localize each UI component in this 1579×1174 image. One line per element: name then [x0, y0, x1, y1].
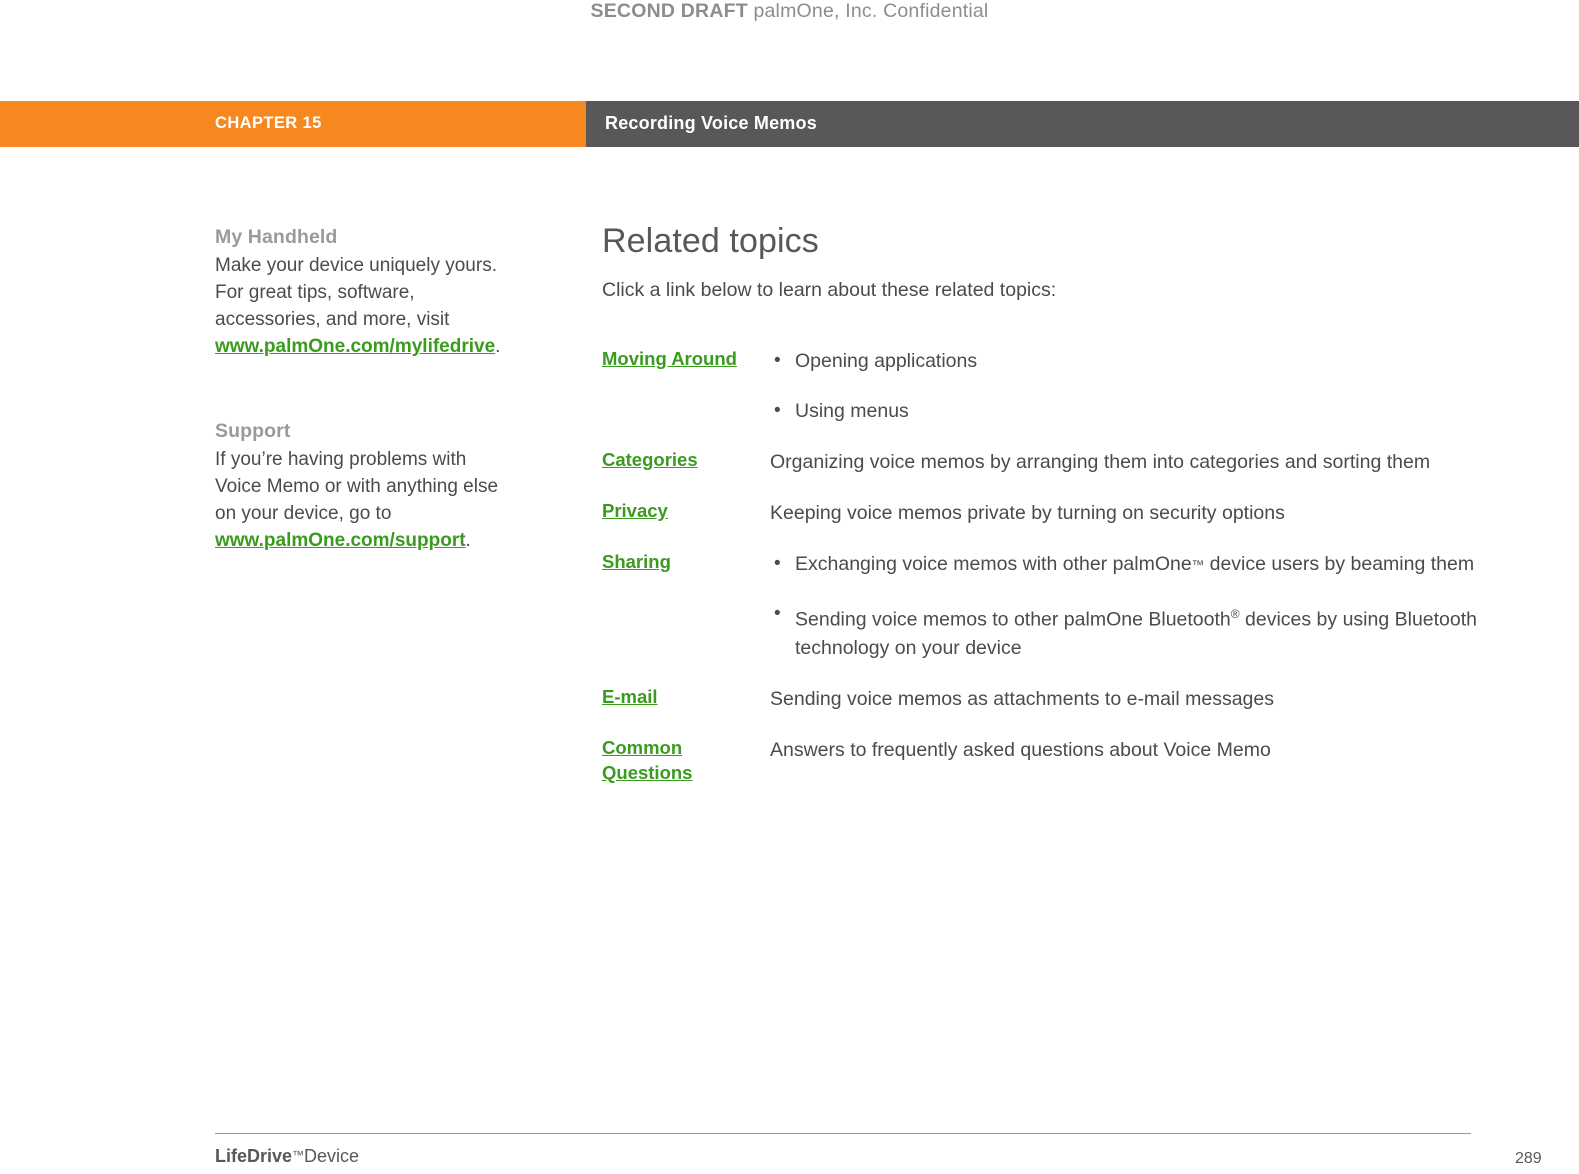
topic-link-moving-around[interactable]: Moving Around — [602, 346, 770, 371]
intro-text: Click a link below to learn about these … — [602, 279, 1057, 301]
sidebar-block-support: Support If you’re having problems with V… — [215, 420, 515, 554]
topic-link-sharing[interactable]: Sharing — [602, 549, 770, 574]
table-row: Privacy Keeping voice memos private by t… — [602, 498, 1532, 527]
related-topics-table: Moving Around Opening applications Using… — [602, 346, 1532, 785]
topic-description: Keeping voice memos private by turning o… — [770, 502, 1285, 524]
document-page: SECOND DRAFT palmOne, Inc. Confidential … — [0, 0, 1579, 1174]
table-row: Categories Organizing voice memos by arr… — [602, 447, 1532, 476]
page-title: Related topics — [602, 222, 819, 260]
page-number: 289 — [1515, 1150, 1542, 1167]
topic-description: Sending voice memos as attachments to e-… — [770, 687, 1274, 710]
topic-link-categories[interactable]: Categories — [602, 447, 770, 472]
draft-watermark-rest: palmOne, Inc. Confidential — [753, 0, 989, 22]
sidebar-heading: My Handheld — [215, 226, 338, 248]
sidebar-heading: Support — [215, 420, 291, 442]
topic-link-label: Categories — [602, 449, 698, 470]
sidebar-block-my-handheld: My Handheld Make your device uniquely yo… — [215, 226, 515, 360]
sidebar-link-mylifedrive[interactable]: www.palmOne.com/mylifedrive — [215, 336, 495, 357]
sidebar: My Handheld Make your device uniquely yo… — [215, 226, 515, 614]
list-item: Opening applications — [770, 347, 1532, 375]
sidebar-text-before: If you’re having problems with Voice Mem… — [215, 449, 499, 524]
footer-product-word: Device — [304, 1146, 360, 1166]
footer-brand: LifeDrive — [215, 1146, 293, 1166]
main-content: Related topics Click a link below to lea… — [602, 222, 1532, 807]
topic-link-privacy[interactable]: Privacy — [602, 498, 770, 523]
sidebar-body: Make your device uniquely yours. For gre… — [215, 252, 515, 360]
draft-watermark-strong: SECOND DRAFT — [590, 0, 748, 22]
table-row: E-mail Sending voice memos as attachment… — [602, 684, 1532, 713]
table-row: Common Questions Answers to frequently a… — [602, 735, 1532, 785]
topic-link-label: Sharing — [602, 551, 671, 572]
topic-link-common-questions[interactable]: Common Questions — [602, 735, 770, 785]
list-item: Using menus — [770, 397, 1532, 425]
bullet-list: Exchanging voice memos with other palmOn… — [770, 550, 1532, 662]
topic-description: Exchanging voice memos with other palmOn… — [770, 549, 1532, 662]
footer-product: LifeDrive™Device — [215, 1146, 359, 1167]
sidebar-body: If you’re having problems with Voice Mem… — [215, 446, 515, 554]
list-item: Exchanging voice memos with other palmOn… — [770, 550, 1532, 578]
chapter-title: Recording Voice Memos — [605, 113, 817, 133]
topic-description: Organizing voice memos by arranging them… — [770, 451, 1431, 473]
footer-trademark-icon: ™ — [292, 1148, 305, 1162]
chapter-header: CHAPTER 15 Recording Voice Memos — [0, 101, 1579, 147]
table-row: Sharing Exchanging voice memos with othe… — [602, 549, 1532, 662]
topic-link-label: Common Questions — [602, 736, 693, 783]
table-row: Moving Around Opening applications Using… — [602, 346, 1532, 425]
topic-description: Opening applications Using menus — [770, 346, 1532, 425]
topic-link-label: E-mail — [602, 685, 658, 707]
topic-link-label: Moving Around — [602, 348, 737, 369]
sidebar-text-after: . — [495, 336, 501, 357]
topic-link-email[interactable]: E-mail — [602, 684, 770, 709]
topic-description: Answers to frequently asked questions ab… — [770, 738, 1271, 761]
topic-link-label: Privacy — [602, 500, 668, 521]
sidebar-text-after: . — [465, 530, 471, 551]
list-item: Sending voice memos to other palmOne Blu… — [770, 600, 1532, 662]
bullet-list: Opening applications Using menus — [770, 347, 1532, 425]
sidebar-text-before: Make your device uniquely yours. For gre… — [215, 255, 497, 330]
footer-divider — [215, 1133, 1471, 1134]
draft-watermark: SECOND DRAFT palmOne, Inc. Confidential — [0, 0, 1579, 23]
sidebar-link-support[interactable]: www.palmOne.com/support — [215, 530, 466, 551]
chapter-label: CHAPTER 15 — [215, 114, 322, 132]
